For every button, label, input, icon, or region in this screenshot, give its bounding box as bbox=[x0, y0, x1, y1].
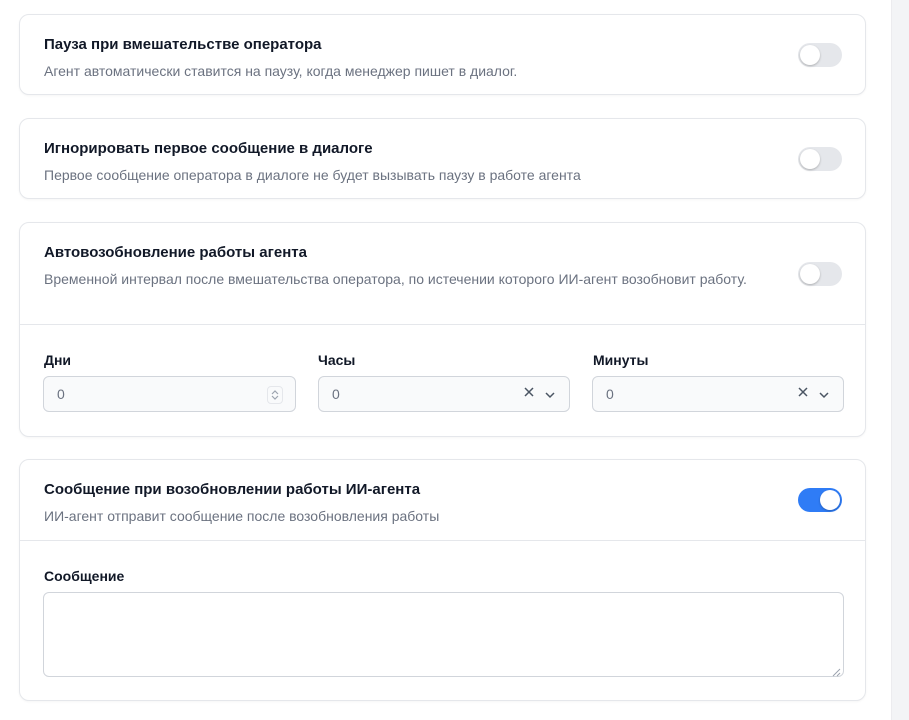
days-label: Дни bbox=[44, 352, 72, 368]
message-textarea[interactable] bbox=[43, 592, 844, 677]
setting-card-resume-message: Сообщение при возобновлении работы ИИ-аг… bbox=[19, 459, 866, 701]
chevron-down-icon[interactable] bbox=[817, 388, 831, 402]
card-divider bbox=[20, 324, 865, 325]
clear-icon[interactable] bbox=[523, 386, 535, 402]
stepper-icon[interactable] bbox=[267, 386, 283, 404]
toggle-knob bbox=[800, 149, 820, 169]
setting-title: Пауза при вмешательстве оператора bbox=[44, 36, 322, 53]
setting-card-auto-resume: Автовозобновление работы агента Временно… bbox=[19, 222, 866, 437]
setting-description: Агент автоматически ставится на паузу, к… bbox=[44, 63, 518, 79]
resume-message-toggle[interactable] bbox=[798, 488, 842, 512]
setting-description: ИИ-агент отправит сообщение после возобн… bbox=[44, 508, 440, 524]
minutes-label: Минуты bbox=[593, 352, 649, 368]
clear-icon[interactable] bbox=[797, 386, 809, 402]
pause-on-operator-toggle[interactable] bbox=[798, 43, 842, 67]
hours-label: Часы bbox=[318, 352, 356, 368]
scrollbar-track[interactable] bbox=[891, 0, 909, 720]
minutes-select[interactable]: 0 bbox=[592, 376, 844, 412]
days-input[interactable]: 0 bbox=[43, 376, 296, 412]
setting-description: Временной интервал после вмешательства о… bbox=[44, 271, 747, 287]
toggle-knob bbox=[800, 45, 820, 65]
setting-card-pause-on-operator: Пауза при вмешательстве оператора Агент … bbox=[19, 14, 866, 95]
message-label: Сообщение bbox=[44, 568, 125, 584]
minutes-value: 0 bbox=[606, 386, 614, 402]
toggle-knob bbox=[820, 490, 840, 510]
toggle-knob bbox=[800, 264, 820, 284]
resize-handle-icon[interactable] bbox=[831, 664, 841, 677]
setting-title: Сообщение при возобновлении работы ИИ-аг… bbox=[44, 481, 421, 498]
hours-select[interactable]: 0 bbox=[318, 376, 570, 412]
hours-value: 0 bbox=[332, 386, 340, 402]
card-divider bbox=[20, 540, 865, 541]
setting-title: Игнорировать первое сообщение в диалоге bbox=[44, 140, 373, 157]
ignore-first-message-toggle[interactable] bbox=[798, 147, 842, 171]
setting-card-ignore-first-message: Игнорировать первое сообщение в диалоге … bbox=[19, 118, 866, 199]
chevron-down-icon[interactable] bbox=[543, 388, 557, 402]
auto-resume-toggle[interactable] bbox=[798, 262, 842, 286]
setting-description: Первое сообщение оператора в диалоге не … bbox=[44, 167, 581, 183]
days-value: 0 bbox=[57, 386, 65, 402]
setting-title: Автовозобновление работы агента bbox=[44, 244, 307, 261]
